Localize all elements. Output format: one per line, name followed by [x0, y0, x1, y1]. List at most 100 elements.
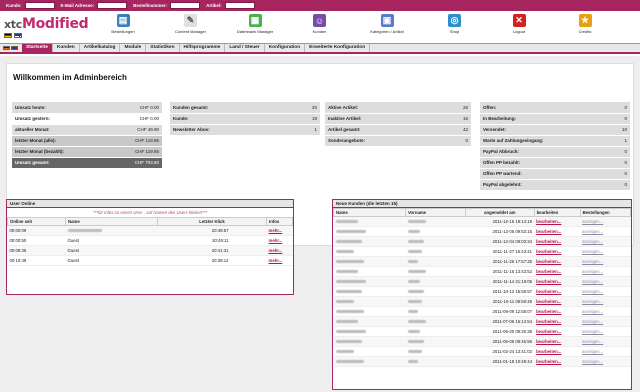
stat-row: Versendet: 10 — [480, 124, 630, 136]
search-input[interactable] — [24, 2, 55, 9]
toolbar-button-shop[interactable]: ◎ Shop — [435, 14, 475, 34]
table-row: 00:00:50 Guest 20:49:11 mehr... — [7, 235, 293, 246]
more-link[interactable]: mehr... — [269, 258, 283, 263]
edit-customer-link[interactable]: bearbeiten... — [536, 249, 561, 254]
toolbar-button-label: Logout — [512, 29, 526, 34]
column-header: Name — [333, 208, 406, 217]
edit-customer-link[interactable]: bearbeiten... — [536, 319, 561, 324]
customer-last-name — [333, 276, 406, 287]
orders-cell: anzeigen... — [580, 356, 631, 367]
header: xtcModified ▤ Bestellungen ✎ Content Manage… — [0, 11, 640, 43]
show-orders-link[interactable]: anzeigen... — [582, 299, 603, 304]
stat-row: Umsatz gesamt: CHF 703.60 — [12, 157, 162, 169]
edit-customer-link[interactable]: bearbeiten... — [536, 279, 561, 284]
orders-cell: anzeigen... — [580, 266, 631, 277]
edit-customer-link[interactable]: bearbeiten... — [536, 239, 561, 244]
nav-tab-statistiken[interactable]: Statistiken — [146, 44, 180, 52]
edit-customer-link[interactable]: bearbeiten... — [536, 219, 561, 224]
revenue-stats: Umsatz heute: CHF 0.00 Umsatz gestern: CHF … — [12, 102, 162, 169]
edit-customer-link[interactable]: bearbeiten... — [536, 299, 561, 304]
more-link[interactable]: mehr... — [269, 228, 283, 233]
last-click: 20:49:11 — [157, 235, 267, 246]
user-name[interactable] — [65, 225, 158, 236]
edit-cell: bearbeiten... — [534, 226, 581, 237]
nav-tab-konfiguration[interactable]: Konfiguration — [265, 44, 306, 52]
orders-cell: anzeigen... — [580, 336, 631, 347]
more-link[interactable]: mehr... — [269, 238, 283, 243]
edit-customer-link[interactable]: bearbeiten... — [536, 359, 561, 364]
nav-tab-artikelkatalog[interactable]: Artikelkatalog — [80, 44, 121, 52]
blurred-last-name — [335, 330, 366, 333]
registered-date: 2011-11-14 21:19:05 — [465, 276, 535, 287]
show-orders-link[interactable]: anzeigen... — [582, 349, 603, 354]
toolbar-button-bestellungen[interactable]: ▤ Bestellungen — [103, 14, 143, 34]
show-orders-link[interactable]: anzeigen... — [582, 279, 603, 284]
stat-label: Offen: — [480, 102, 609, 114]
show-orders-link[interactable]: anzeigen... — [582, 229, 603, 234]
nav-tab-erweiterte-konfiguration[interactable]: Erweiterte Konfiguration — [305, 44, 371, 52]
show-orders-link[interactable]: anzeigen... — [582, 339, 603, 344]
show-orders-link[interactable]: anzeigen... — [582, 269, 603, 274]
search-field-label: Artikel: — [206, 3, 222, 8]
edit-customer-link[interactable]: bearbeiten... — [536, 289, 561, 294]
nav-tab-startseite[interactable]: Startseite — [22, 44, 53, 52]
toolbar-button-kunden[interactable]: ☺ Kunden — [300, 14, 340, 34]
nav-tab-kunden[interactable]: Kunden — [53, 44, 80, 52]
flag-en-icon[interactable] — [11, 46, 18, 50]
toolbar-button-credits[interactable]: ★ Credits — [565, 14, 605, 34]
nav-tab-hilfsprogramme[interactable]: Hilfsprogramme — [180, 44, 226, 52]
flag-de-icon[interactable] — [4, 33, 12, 38]
user-name[interactable]: Guest — [65, 255, 158, 266]
flag-en-icon[interactable] — [14, 33, 22, 38]
edit-customer-link[interactable]: bearbeiten... — [536, 309, 561, 314]
table-row: 2011-02-24 13:41:02 bearbeiten... anzeigen… — [333, 346, 631, 357]
search-input[interactable] — [224, 2, 255, 9]
search-input[interactable] — [170, 2, 201, 9]
table-header-row: Online seit Name Letzter Klick Infos — [7, 217, 293, 226]
toolbar-button-datenbank-manager[interactable]: ▦ Datenbank Manager — [235, 14, 275, 34]
edit-customer-link[interactable]: bearbeiten... — [536, 229, 561, 234]
nav-tab-land-steuer[interactable]: Land / Steuer — [225, 44, 265, 52]
show-orders-link[interactable]: anzeigen... — [582, 329, 603, 334]
blurred-first-name — [407, 340, 424, 343]
info-cell: mehr... — [266, 255, 293, 266]
user-name[interactable]: Guest — [65, 245, 158, 256]
show-orders-link[interactable]: anzeigen... — [582, 319, 603, 324]
show-orders-link[interactable]: anzeigen... — [582, 309, 603, 314]
show-orders-link[interactable]: anzeigen... — [582, 249, 603, 254]
show-orders-link[interactable]: anzeigen... — [582, 239, 603, 244]
table-row: 00:10:49 Guest 20:39:12 mehr... — [7, 255, 293, 266]
show-orders-link[interactable]: anzeigen... — [582, 289, 603, 294]
registered-date: 2011-07-06 15:14:54 — [465, 316, 535, 327]
orders-cell: anzeigen... — [580, 236, 631, 247]
show-orders-link[interactable]: anzeigen... — [582, 259, 603, 264]
blurred-first-name — [407, 290, 424, 293]
content-area: Willkommen im Adminbereich Umsatz heute:… — [0, 56, 640, 392]
users-online-hint: ***für Infos zu einem User - auf Namen d… — [92, 210, 208, 215]
stat-label: In Bearbeitung: — [480, 113, 609, 125]
column-header: Name — [65, 217, 158, 226]
database-icon: ▦ — [248, 14, 262, 27]
toolbar-button-logout[interactable]: ✕ Logout — [499, 14, 539, 34]
stat-row: Kunden gesamt: 20 — [170, 102, 320, 114]
show-orders-link[interactable]: anzeigen... — [582, 219, 603, 224]
flag-de-icon[interactable] — [3, 46, 10, 50]
stat-value: CHF 119.85 — [108, 146, 162, 158]
nav-tab-module[interactable]: Module — [120, 44, 147, 52]
toolbar-button-content-manager[interactable]: ✎ Content Manager — [171, 14, 211, 34]
edit-customer-link[interactable]: bearbeiten... — [536, 349, 561, 354]
edit-customer-link[interactable]: bearbeiten... — [536, 339, 561, 344]
edit-customer-link[interactable]: bearbeiten... — [536, 329, 561, 334]
table-row: 2011-06-20 09:26:35 bearbeiten... anzeigen… — [333, 326, 631, 337]
edit-customer-link[interactable]: bearbeiten... — [536, 259, 561, 264]
stat-value: 1 — [289, 124, 320, 136]
blurred-last-name — [335, 260, 364, 263]
search-input[interactable] — [97, 2, 128, 9]
user-name[interactable]: Guest — [65, 235, 158, 246]
edit-customer-link[interactable]: bearbeiten... — [536, 269, 561, 274]
more-link[interactable]: mehr... — [269, 248, 283, 253]
toolbar-button-kategorien-artikel[interactable]: ▣ Kategorien / Artikel — [367, 14, 407, 34]
show-orders-link[interactable]: anzeigen... — [582, 359, 603, 364]
toolbar-button-label: Kategorien / Artikel — [370, 29, 404, 34]
blurred-last-name — [335, 320, 358, 323]
